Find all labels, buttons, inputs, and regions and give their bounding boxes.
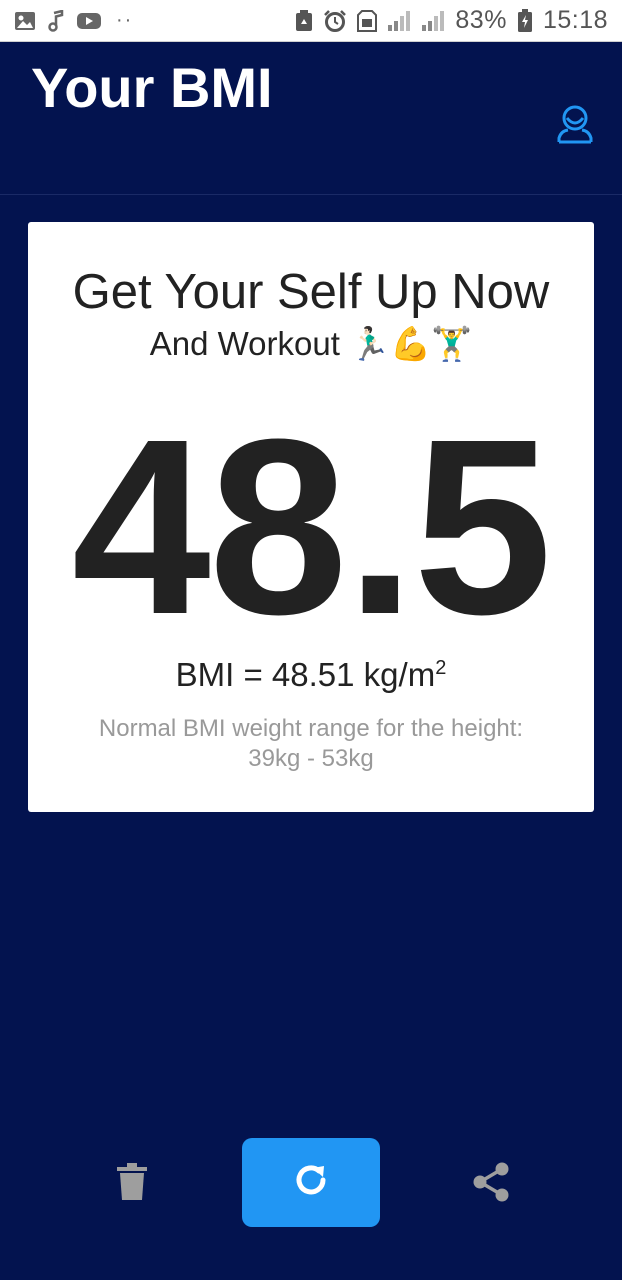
delete-button[interactable] xyxy=(110,1160,154,1208)
motivation-headline: Get Your Self Up Now xyxy=(72,265,550,319)
signal-icon xyxy=(421,10,445,32)
account-button[interactable] xyxy=(553,102,597,150)
share-button[interactable] xyxy=(466,1160,516,1208)
status-left: ·· xyxy=(14,9,133,32)
clock: 15:18 xyxy=(542,6,608,34)
battery-percent: 83% xyxy=(455,6,507,34)
battery-charging-icon xyxy=(517,8,533,33)
trash-icon xyxy=(117,1162,147,1206)
recycle-icon xyxy=(295,9,313,32)
bmi-detail: BMI = 48.51 kg/m2 xyxy=(0,646,622,697)
bmi-unit-exponent: 2 xyxy=(435,657,447,679)
refresh-icon xyxy=(291,1160,331,1205)
alarm-icon xyxy=(323,9,347,32)
sim-icon xyxy=(357,9,378,32)
status-bar: ·· 83% 15:18 xyxy=(0,0,622,42)
bmi-detail-text: BMI = 48.51 kg/m xyxy=(175,656,436,693)
status-right: 83% 15:18 xyxy=(295,6,608,35)
normal-range-value: 39kg - 53kg xyxy=(248,745,374,772)
more-notifications-dots: ·· xyxy=(116,9,134,31)
normal-range: Normal BMI weight range for the height: … xyxy=(60,714,562,774)
user-profile-icon xyxy=(556,104,594,149)
youtube-icon xyxy=(76,11,102,31)
page-title: Your BMI xyxy=(31,56,273,119)
music-note-icon xyxy=(46,9,66,32)
bmi-value: 48.5 xyxy=(71,387,553,666)
share-icon xyxy=(471,1161,511,1208)
motivation-subline: And Workout 🏃🏻‍♂️💪🏋️‍♂️ xyxy=(149,325,473,362)
gallery-icon xyxy=(14,11,36,31)
refresh-button[interactable] xyxy=(242,1138,380,1227)
normal-range-label: Normal BMI weight range for the height: xyxy=(98,715,524,742)
signal-icon xyxy=(387,10,411,32)
